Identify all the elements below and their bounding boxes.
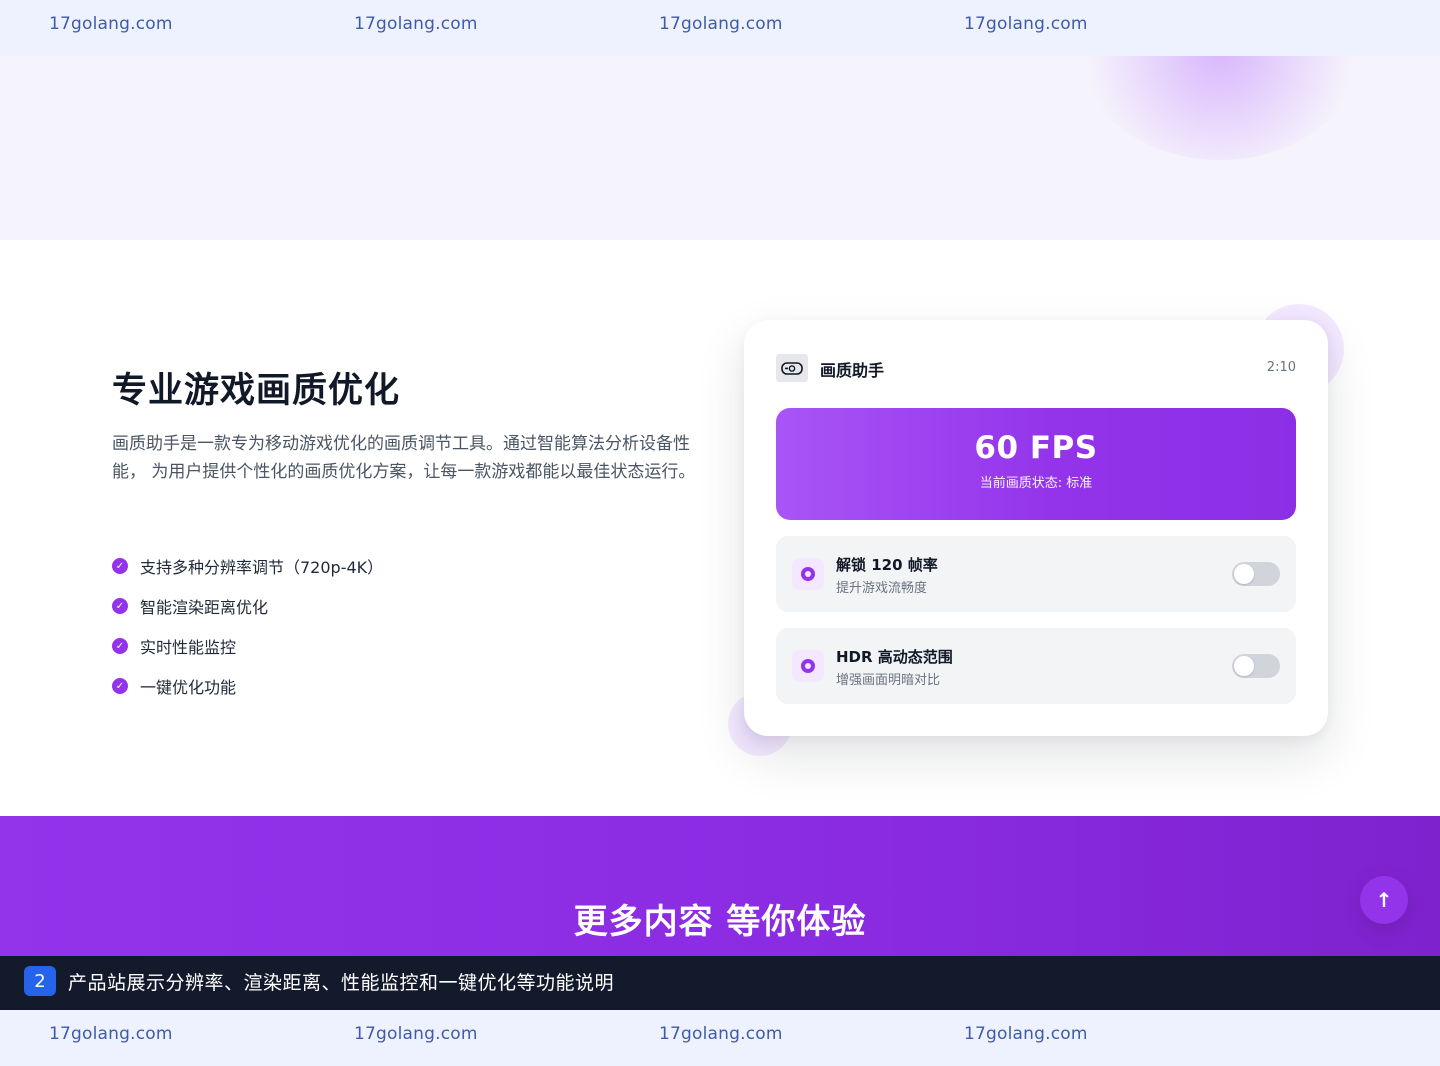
feature-list-label: 支持多种分辨率调节（720p-4K） <box>140 558 384 577</box>
option-row-120fps: 解锁 120 帧率 提升游戏流畅度 <box>776 536 1296 612</box>
caption-badge: 2 <box>24 966 56 996</box>
watermark-text: 17golang.com <box>354 1024 478 1044</box>
feature-list: ✓ 支持多种分辨率调节（720p-4K） ✓ 智能渲染距离优化 ✓ 实时性能监控… <box>112 546 383 706</box>
toggle-knob <box>1234 656 1254 676</box>
option-subtitle: 增强画面明暗对比 <box>836 673 941 688</box>
watermark-bar-bottom: 17golang.com 17golang.com 17golang.com 1… <box>0 1010 1440 1066</box>
feature-title: 专业游戏画质优化 <box>112 371 401 411</box>
caption-bar: 2 产品站展示分辨率、渲染距离、性能监控和一键优化等功能说明 <box>0 956 1440 1010</box>
app-name: 画质助手 <box>820 361 885 380</box>
caption-text: 产品站展示分辨率、渲染距离、性能监控和一键优化等功能说明 <box>68 972 615 994</box>
toggle-120fps[interactable] <box>1232 562 1280 586</box>
feature-description: 画质助手是一款专为移动游戏优化的画质调节工具。通过智能算法分析设备性能， 为用户… <box>112 434 696 482</box>
app-time: 2:10 <box>1266 360 1296 375</box>
watermark-text: 17golang.com <box>354 14 478 34</box>
fps-status: 当前画质状态: 标准 <box>979 476 1093 491</box>
toggle-hdr[interactable] <box>1232 654 1280 678</box>
feature-list-item: ✓ 一键优化功能 <box>112 666 383 706</box>
gamepad-icon <box>776 354 808 382</box>
watermark-text: 17golang.com <box>49 14 173 34</box>
arrow-up-icon: ↑ <box>1375 888 1393 912</box>
watermark-text: 17golang.com <box>49 1024 173 1044</box>
feature-list-label: 一键优化功能 <box>140 678 237 697</box>
watermark-text: 17golang.com <box>659 14 783 34</box>
feature-list-item: ✓ 实时性能监控 <box>112 626 383 666</box>
option-subtitle: 提升游戏流畅度 <box>836 581 928 596</box>
watermark-text: 17golang.com <box>659 1024 783 1044</box>
feature-list-label: 智能渲染距离优化 <box>140 598 269 617</box>
watermark-bar-top: 17golang.com 17golang.com 17golang.com 1… <box>0 0 1440 56</box>
cta-title: 更多内容 等你体验 <box>573 902 867 942</box>
feature-section: 专业游戏画质优化 画质助手是一款专为移动游戏优化的画质调节工具。通过智能算法分析… <box>0 240 1440 816</box>
palette-icon <box>792 650 824 682</box>
fps-value: 60 FPS <box>974 430 1098 466</box>
check-circle-icon: ✓ <box>112 678 128 694</box>
check-circle-icon: ✓ <box>112 638 128 654</box>
watermark-text: 17golang.com <box>964 1024 1088 1044</box>
option-row-hdr: HDR 高动态范围 增强画面明暗对比 <box>776 628 1296 704</box>
scroll-to-top-button[interactable]: ↑ <box>1360 876 1408 924</box>
app-preview-card: 画质助手 2:10 60 FPS 当前画质状态: 标准 解锁 120 帧率 提升… <box>744 320 1328 736</box>
toggle-knob <box>1234 564 1254 584</box>
gamepad-icon-svg <box>781 362 803 375</box>
feature-list-item: ✓ 智能渲染距离优化 <box>112 586 383 626</box>
check-circle-icon: ✓ <box>112 558 128 574</box>
option-title: 解锁 120 帧率 <box>836 556 938 574</box>
watermark-text: 17golang.com <box>964 14 1088 34</box>
gauge-icon <box>792 558 824 590</box>
feature-list-item: ✓ 支持多种分辨率调节（720p-4K） <box>112 546 383 586</box>
feature-list-label: 实时性能监控 <box>140 638 237 657</box>
check-circle-icon: ✓ <box>112 598 128 614</box>
cta-section: 更多内容 等你体验 ↑ <box>0 816 1440 956</box>
option-title: HDR 高动态范围 <box>836 648 953 666</box>
fps-panel: 60 FPS 当前画质状态: 标准 <box>776 408 1296 520</box>
